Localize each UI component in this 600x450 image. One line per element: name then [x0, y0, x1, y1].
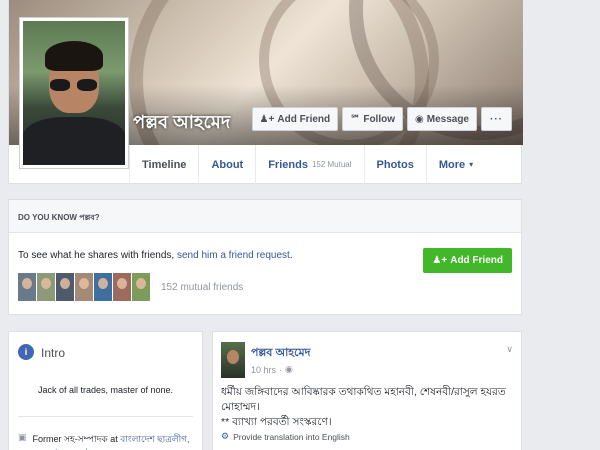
work-item: ▣ Former সহ-সম্পাদক at বাংলাদেশ ছাত্রলীগ…: [18, 432, 198, 450]
post-options-chevron-icon[interactable]: ∨: [506, 344, 513, 355]
mutual-friends-row: 152 mutual friends: [18, 273, 243, 301]
mutual-friend-thumb[interactable]: [113, 273, 131, 301]
friend-request-prompt: To see what he shares with friends, send…: [18, 250, 293, 261]
send-friend-request-link[interactable]: send him a friend request: [177, 250, 290, 261]
add-friend-button[interactable]: ♟+ Add Friend: [251, 107, 339, 131]
profile-picture[interactable]: [19, 17, 129, 169]
mutual-friends-count[interactable]: 152 mutual friends: [161, 282, 243, 293]
add-friend-icon: ♟+: [259, 113, 275, 125]
briefcase-icon: ▣: [18, 432, 27, 442]
add-friend-icon: ♟+: [432, 255, 448, 266]
post-author-avatar[interactable]: [221, 342, 245, 378]
more-options-button[interactable]: ···: [481, 107, 512, 131]
cover-actions: ♟+ Add Friend ℠ Follow ◉ Message ···: [251, 107, 512, 131]
tab-about[interactable]: About: [198, 145, 255, 184]
tab-label: About: [211, 158, 244, 171]
add-friend-label: Add Friend: [450, 255, 503, 266]
tab-label: Friends: [268, 158, 308, 171]
chevron-down-icon: ▾: [469, 160, 474, 169]
work-prefix: Former সহ-সম্পাদক at: [32, 434, 121, 444]
mutual-count-badge: 152 Mutual: [311, 160, 352, 169]
post-meta: 10 hrs · ◉: [251, 364, 293, 375]
work-text: Former সহ-সম্পাদক at বাংলাদেশ ছাত্রলীগ, …: [33, 432, 198, 450]
follow-button[interactable]: ℠ Follow: [342, 107, 404, 131]
message-button[interactable]: ◉ Message: [407, 107, 477, 131]
profile-name[interactable]: পল্লব আহমেদ: [133, 108, 230, 139]
prompt-text: To see what he shares with friends,: [18, 250, 177, 261]
post-text-line: ধর্মীয় জঙ্গিবাদের আবিষ্কারক তথাকথিত মহা…: [221, 386, 506, 413]
add-friend-label: Add Friend: [277, 113, 331, 125]
post-timestamp[interactable]: 10 hrs: [251, 365, 276, 375]
post-author-name[interactable]: পল্লব আহমেদ: [251, 344, 310, 363]
profile-photo: [23, 21, 125, 165]
card-heading: DO YOU KNOW পল্লব?: [9, 200, 521, 233]
prompt-suffix: .: [289, 250, 293, 261]
tab-label: More: [438, 158, 466, 171]
tab-label: Photos: [376, 158, 414, 171]
mutual-friend-thumb[interactable]: [56, 273, 74, 301]
message-label: Message: [426, 113, 469, 125]
post-text: ধর্মীয় জঙ্গিবাদের আবিষ্কারক তথাকথিত মহা…: [221, 385, 519, 430]
tab-timeline[interactable]: Timeline: [129, 145, 198, 184]
tab-label: Timeline: [142, 158, 187, 171]
mutual-friend-thumb[interactable]: [18, 273, 36, 301]
profile-tabs: Timeline About Friends 152 Mutual Photos…: [129, 145, 485, 184]
translate-link[interactable]: ⚙ Provide translation into English: [221, 431, 350, 442]
globe-icon: ◉: [285, 364, 293, 374]
info-icon: i: [18, 344, 34, 360]
intro-bio: Jack of all trades, master of none.: [37, 385, 174, 395]
translate-label: Provide translation into English: [233, 431, 350, 442]
messenger-icon: ◉: [415, 113, 424, 125]
add-friend-green-button[interactable]: ♟+ Add Friend: [423, 248, 512, 273]
rss-icon: ℠: [350, 113, 361, 125]
dot-separator: ·: [279, 364, 283, 375]
intro-card: i Intro Jack of all trades, master of no…: [8, 331, 203, 450]
more-options-label: ···: [490, 113, 503, 125]
profile-header: পল্লব আহমেদ ♟+ Add Friend ℠ Follow ◉ Mes…: [8, 0, 523, 184]
mutual-friend-thumb[interactable]: [75, 273, 93, 301]
divider: [18, 416, 193, 417]
post-text-line: ** ব্যাখ্যা পরবর্তী সংস্করণে।: [221, 416, 332, 428]
mutual-friend-thumb[interactable]: [94, 273, 112, 301]
mutual-friend-thumb[interactable]: [132, 273, 150, 301]
mutual-friend-thumb[interactable]: [37, 273, 55, 301]
tab-more[interactable]: More ▾: [425, 145, 485, 184]
tab-friends[interactable]: Friends 152 Mutual: [255, 145, 363, 184]
post-card: পল্লব আহমেদ 10 hrs · ◉ ∨ ধর্মীয় জঙ্গিবা…: [212, 331, 522, 450]
tab-photos[interactable]: Photos: [363, 145, 426, 184]
follow-label: Follow: [363, 113, 396, 125]
gear-icon: ⚙: [221, 431, 230, 441]
do-you-know-card: DO YOU KNOW পল্লব? To see what he shares…: [8, 199, 522, 315]
intro-title: Intro: [41, 346, 66, 360]
